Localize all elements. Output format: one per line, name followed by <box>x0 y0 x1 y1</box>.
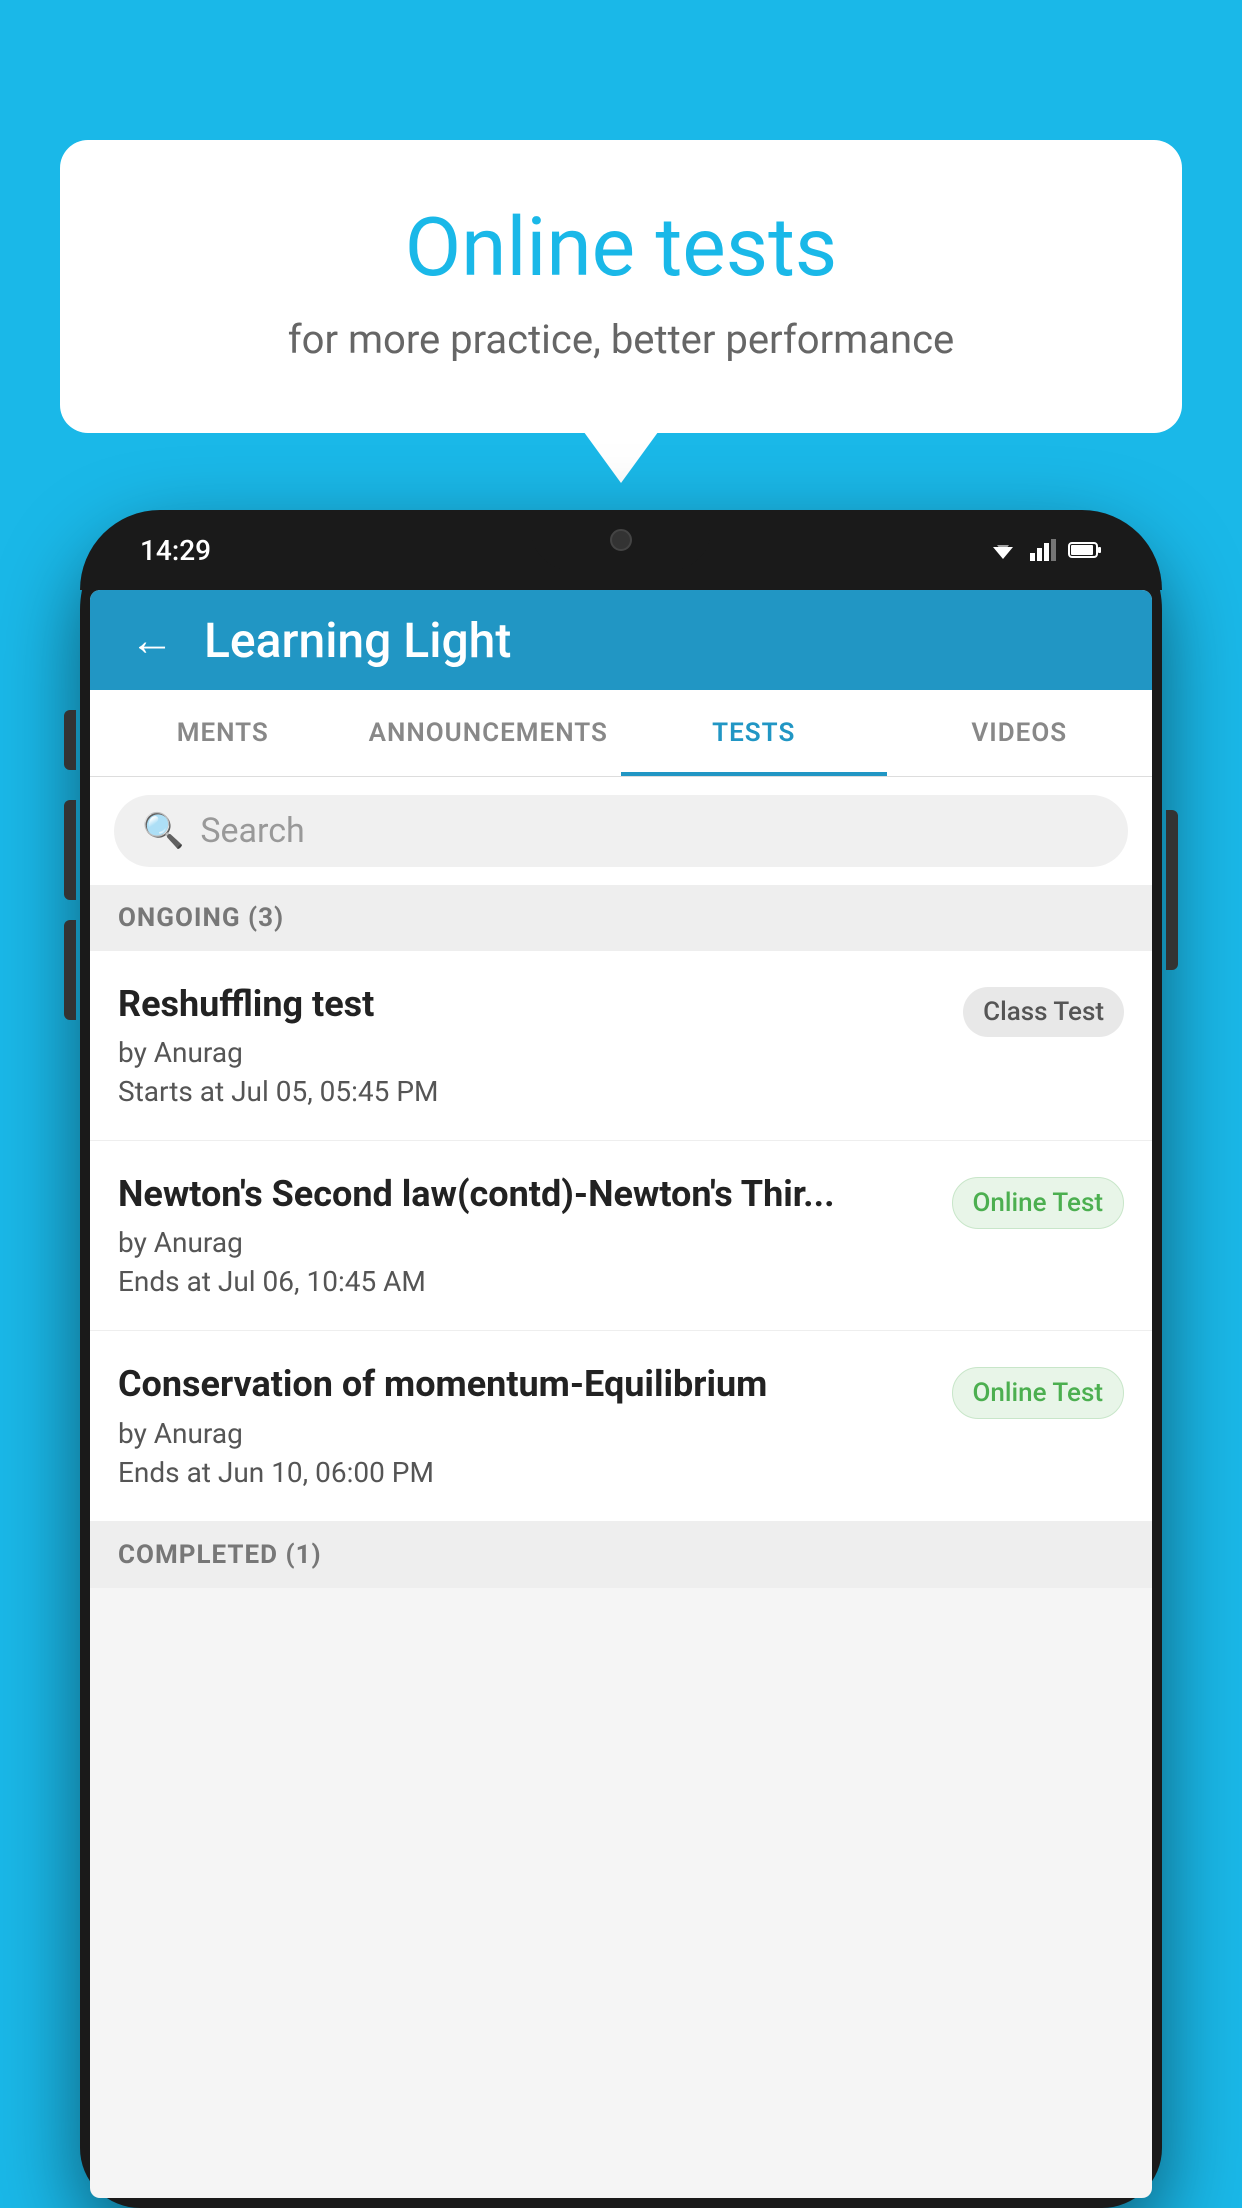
test-list: Reshuffling test by Anurag Starts at Jul… <box>90 951 1152 1522</box>
ongoing-section-header: ONGOING (3) <box>90 885 1152 951</box>
test-content: Reshuffling test by Anurag Starts at Jul… <box>118 983 943 1108</box>
test-date: Ends at Jun 10, 06:00 PM <box>118 1456 932 1489</box>
bubble-subtitle: for more practice, better performance <box>140 316 1102 363</box>
test-author: by Anurag <box>118 1417 932 1450</box>
phone-side-button-volume-down <box>64 800 76 900</box>
wifi-icon <box>988 539 1018 561</box>
app-header: ← Learning Light <box>90 590 1152 690</box>
test-date: Starts at Jul 05, 05:45 PM <box>118 1075 943 1108</box>
phone-camera <box>610 529 632 551</box>
signal-icon <box>1030 539 1056 561</box>
tab-announcements[interactable]: ANNOUNCEMENTS <box>356 690 622 776</box>
phone-frame: 14:29 <box>80 510 1162 2208</box>
battery-icon <box>1068 541 1102 559</box>
status-icons <box>988 539 1102 561</box>
test-badge-online-test-2: Online Test <box>952 1367 1125 1419</box>
search-bar[interactable]: 🔍 Search <box>114 795 1128 867</box>
test-item[interactable]: Reshuffling test by Anurag Starts at Jul… <box>90 951 1152 1141</box>
completed-section-header: COMPLETED (1) <box>90 1522 1152 1588</box>
test-title: Conservation of momentum-Equilibrium <box>118 1363 932 1406</box>
search-container: 🔍 Search <box>90 777 1152 885</box>
test-author: by Anurag <box>118 1226 932 1259</box>
app-title: Learning Light <box>204 612 511 669</box>
tabs-container: MENTS ANNOUNCEMENTS TESTS VIDEOS <box>90 690 1152 777</box>
tab-tests[interactable]: TESTS <box>621 690 887 776</box>
test-badge-online-test: Online Test <box>952 1177 1125 1229</box>
search-icon: 🔍 <box>142 811 184 851</box>
test-title: Reshuffling test <box>118 983 943 1026</box>
test-author: by Anurag <box>118 1036 943 1069</box>
test-date: Ends at Jul 06, 10:45 AM <box>118 1265 932 1298</box>
test-badge-class-test: Class Test <box>963 987 1124 1037</box>
tab-videos[interactable]: VIDEOS <box>887 690 1153 776</box>
phone-notch <box>531 510 711 570</box>
status-time: 14:29 <box>140 534 211 567</box>
phone-side-button-volume-up <box>64 710 76 770</box>
bubble-title: Online tests <box>140 200 1102 296</box>
speech-bubble-container: Online tests for more practice, better p… <box>60 140 1182 433</box>
back-button[interactable]: ← <box>130 614 174 666</box>
phone-side-button-power <box>1166 810 1178 970</box>
test-title: Newton's Second law(contd)-Newton's Thir… <box>118 1173 932 1216</box>
phone-screen: ← Learning Light MENTS ANNOUNCEMENTS TES… <box>90 590 1152 2198</box>
test-content: Newton's Second law(contd)-Newton's Thir… <box>118 1173 932 1298</box>
test-content: Conservation of momentum-Equilibrium by … <box>118 1363 932 1488</box>
status-bar: 14:29 <box>80 510 1162 590</box>
test-item[interactable]: Newton's Second law(contd)-Newton's Thir… <box>90 1141 1152 1331</box>
tab-ments[interactable]: MENTS <box>90 690 356 776</box>
search-input[interactable]: Search <box>200 811 304 851</box>
speech-bubble: Online tests for more practice, better p… <box>60 140 1182 433</box>
phone-side-button-volume-down2 <box>64 920 76 1020</box>
test-item[interactable]: Conservation of momentum-Equilibrium by … <box>90 1331 1152 1521</box>
